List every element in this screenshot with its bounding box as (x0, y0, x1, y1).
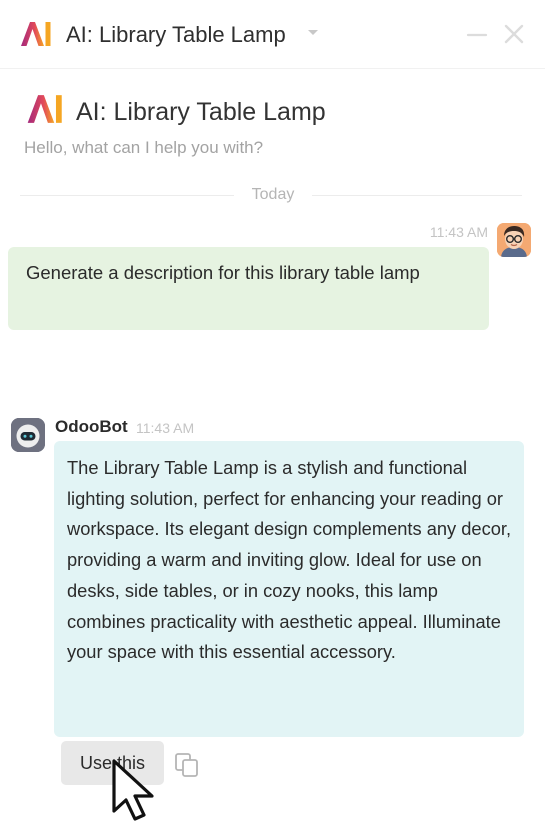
user-avatar-image (497, 223, 531, 257)
bot-message-bubble: The Library Table Lamp is a stylish and … (54, 441, 524, 737)
caret-down-icon[interactable] (306, 27, 320, 37)
odoobot-icon (11, 418, 45, 452)
odoobot-avatar[interactable] (11, 418, 45, 452)
header-divider (0, 68, 545, 69)
ai-logo-icon (27, 95, 62, 123)
bot-author-name: OdooBot (55, 417, 128, 436)
bot-message-text: The Library Table Lamp is a stylish and … (67, 457, 512, 663)
copy-icon[interactable] (172, 749, 204, 781)
user-avatar[interactable] (497, 223, 531, 257)
use-this-button[interactable]: Use this (61, 741, 164, 785)
date-separator-line (312, 195, 522, 196)
bot-message-time: 11:43 AM (136, 420, 195, 436)
minimize-icon[interactable] (466, 24, 488, 46)
user-message-bubble: Generate a description for this library … (8, 247, 489, 330)
window-title: AI: Library Table Lamp (66, 22, 286, 47)
close-icon[interactable] (502, 22, 526, 46)
user-message-text: Generate a description for this library … (26, 262, 420, 283)
date-separator: Today (251, 186, 295, 203)
ai-chat-window: AI: Library Table Lamp AI: Library Table… (0, 0, 545, 827)
ai-logo-icon (21, 22, 51, 46)
window-header: AI: Library Table Lamp (0, 0, 545, 68)
user-message-time: 11:43 AM (429, 224, 488, 240)
chat-subtitle: Hello, what can I help you with? (24, 138, 264, 157)
chat-title: AI: Library Table Lamp (76, 98, 326, 126)
date-separator-line (20, 195, 234, 196)
